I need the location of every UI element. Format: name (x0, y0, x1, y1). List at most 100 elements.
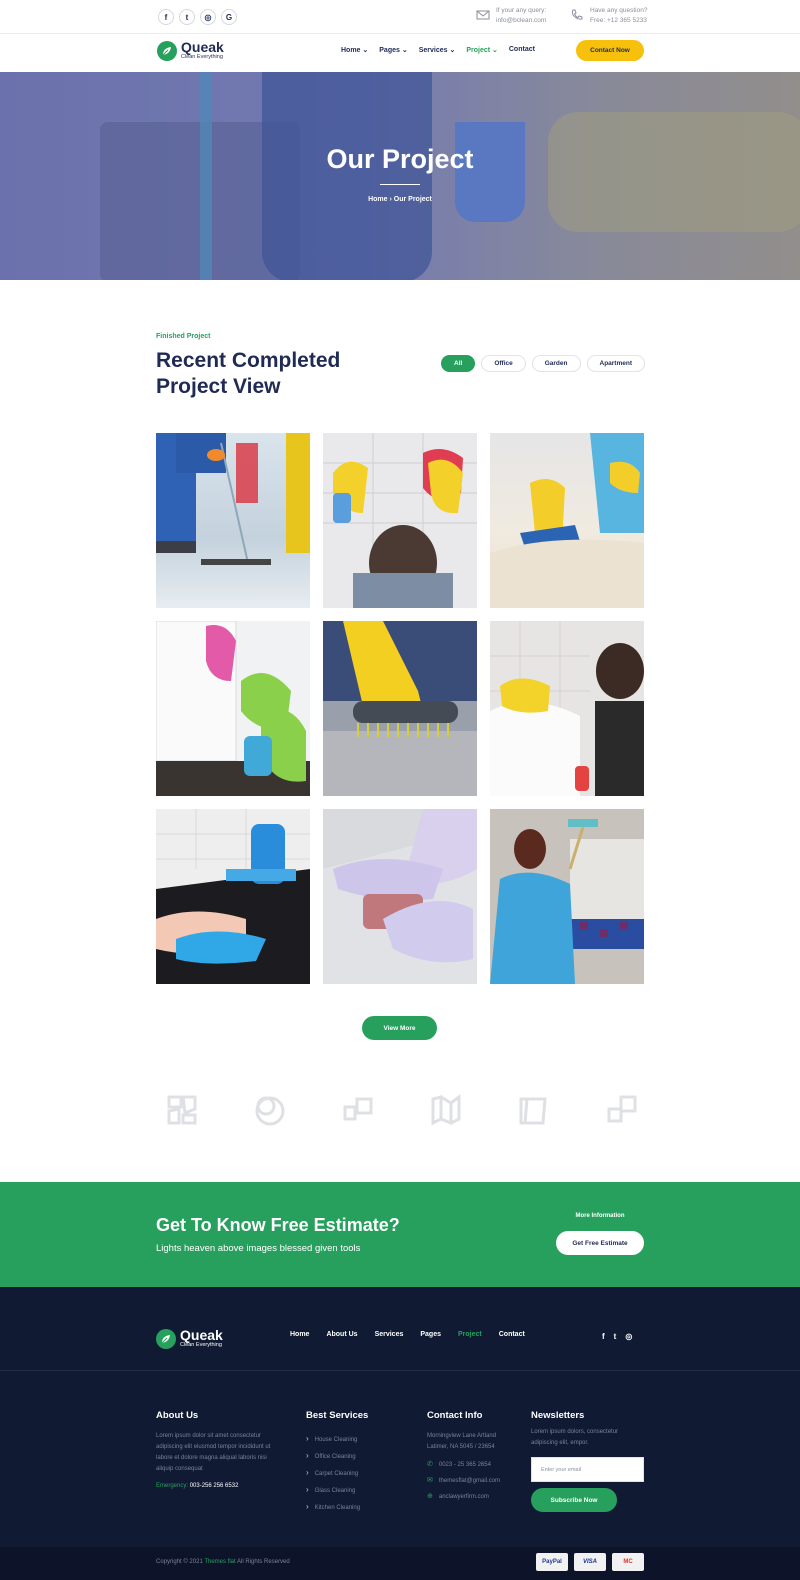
breadcrumb[interactable]: Home › Our Project (0, 196, 800, 203)
mail-icon: ✉ (427, 1477, 433, 1484)
contact-web-row: ⊕ anclawyerfirm.com (427, 1489, 519, 1505)
page-hero: Our Project Home › Our Project (0, 72, 800, 280)
project-image (323, 809, 477, 984)
partner-logo-icon (431, 1094, 461, 1126)
project-tile[interactable] (490, 621, 644, 796)
main-header: Queak Clean Everything Home ⌄ Pages ⌄ Se… (0, 34, 800, 72)
logo-tagline: Clean Everything (181, 54, 223, 60)
project-image (490, 819, 644, 984)
project-tile[interactable] (156, 809, 310, 984)
query-info: If your any query: info@bclean.com (476, 6, 546, 26)
section-subtitle: Finished Project (156, 333, 211, 340)
visa-icon: VISA (574, 1553, 606, 1571)
nav-pages[interactable]: Pages ⌄ (379, 46, 407, 54)
filter-office[interactable]: Office (481, 355, 526, 372)
nav-project[interactable]: Project ⌄ (466, 46, 498, 54)
question-phone[interactable]: Free: +12 365 5233 (590, 16, 647, 26)
contact-phone[interactable]: 0023 - 25 365 2654 (439, 1457, 491, 1473)
service-link[interactable]: House Cleaning (306, 1431, 368, 1448)
top-bar: f t ◎ G If your any query: info@bclean.c… (0, 0, 800, 34)
nav-home[interactable]: Home ⌄ (341, 46, 368, 54)
copyright-brand[interactable]: Themes flat (204, 1559, 235, 1565)
globe-icon: ⊕ (427, 1493, 433, 1500)
contact-heading: Contact Info (427, 1410, 483, 1421)
project-image (156, 621, 310, 796)
project-tile[interactable] (156, 433, 310, 608)
footer-newsletter: Newsletters Lorem ipsum dolors, consecte… (531, 1410, 644, 1512)
project-tile[interactable] (490, 809, 644, 984)
partner-logo-icon (167, 1095, 197, 1125)
services-heading: Best Services (306, 1410, 369, 1421)
service-link[interactable]: Carpet Cleaning (306, 1465, 368, 1482)
question-label: Have any question? (590, 7, 648, 14)
project-image (156, 809, 310, 984)
google-icon[interactable]: G (221, 9, 237, 25)
twitter-icon[interactable]: t (614, 1332, 617, 1341)
contact-email[interactable]: themesflat@gmail.com (439, 1473, 500, 1489)
filter-apartment[interactable]: Apartment (586, 355, 646, 372)
nav-services[interactable]: Services ⌄ (419, 46, 456, 54)
service-link[interactable]: Office Cleaning (306, 1448, 368, 1465)
instagram-icon[interactable]: ◎ (625, 1332, 632, 1341)
footer-logo-tagline: Clean Everything (180, 1342, 222, 1348)
instagram-icon[interactable]: ◎ (200, 9, 216, 25)
phone-icon (572, 9, 583, 20)
partner-logo-icon (343, 1097, 373, 1121)
envelope-icon (476, 10, 490, 20)
facebook-icon[interactable]: f (158, 9, 174, 25)
query-email[interactable]: info@bclean.com (496, 16, 546, 26)
footer-contact: Contact Info Morningview Lane Artland La… (427, 1410, 519, 1505)
newsletter-email-input[interactable]: Enter your email (531, 1457, 644, 1482)
twitter-icon[interactable]: t (179, 9, 195, 25)
subscribe-button[interactable]: Subscribe Now (531, 1488, 617, 1512)
service-link[interactable]: Glass Cleaning (306, 1482, 368, 1499)
footer-nav-project[interactable]: Project (458, 1331, 482, 1338)
partner-logo-icon (255, 1096, 285, 1126)
get-free-estimate-button[interactable]: Get Free Estimate (556, 1231, 644, 1255)
leaf-icon (156, 1329, 176, 1349)
estimate-banner: Get To Know Free Estimate? Lights heaven… (0, 1182, 800, 1287)
footer-nav-pages[interactable]: Pages (420, 1331, 441, 1338)
page-title: Our Project (326, 144, 474, 174)
leaf-icon (157, 41, 177, 61)
nav-contact[interactable]: Contact (509, 46, 535, 54)
footer-nav-home[interactable]: Home (290, 1331, 309, 1338)
footer-logo[interactable]: Queak Clean Everything (156, 1328, 223, 1349)
footer-nav-about[interactable]: About Us (326, 1331, 357, 1338)
contact-web[interactable]: anclawyerfirm.com (439, 1489, 489, 1505)
contact-email-row: ✉ themesflat@gmail.com (427, 1473, 519, 1489)
payment-methods: PayPal VISA MC (536, 1553, 644, 1571)
logo-name: Queak (181, 39, 224, 55)
project-tile[interactable] (323, 433, 477, 608)
footer-divider (0, 1370, 800, 1371)
service-link[interactable]: Kitchen Cleaning (306, 1499, 368, 1516)
footer-nav: Home About Us Services Pages Project Con… (290, 1331, 525, 1338)
footer-nav-contact[interactable]: Contact (499, 1331, 525, 1338)
project-tile[interactable] (323, 621, 477, 796)
footer-nav-services[interactable]: Services (375, 1331, 404, 1338)
partner-logo-icon (607, 1095, 637, 1123)
phone-icon: ✆ (427, 1461, 433, 1468)
about-heading: About Us (156, 1410, 199, 1421)
question-info: Have any question? Free: +12 365 5233 (570, 6, 647, 26)
newsletter-text: Lorem ipsum dolors, consectetur adipisci… (531, 1429, 619, 1446)
project-tile[interactable] (490, 433, 644, 608)
project-filters: All Office Garden Apartment (441, 355, 646, 372)
title-divider (380, 184, 420, 185)
mastercard-icon: MC (612, 1553, 644, 1571)
logo[interactable]: Queak Clean Everything (157, 39, 224, 61)
copyright-prefix: Copyright © 2021 (156, 1559, 203, 1565)
view-more-button[interactable]: View More (362, 1016, 437, 1040)
filter-all[interactable]: All (441, 355, 476, 372)
newsletter-heading: Newsletters (531, 1410, 585, 1421)
filter-garden[interactable]: Garden (531, 355, 581, 372)
facebook-icon[interactable]: f (602, 1332, 605, 1341)
partner-logo-icon (519, 1097, 547, 1125)
hero-overlay (0, 72, 800, 280)
project-tile[interactable] (156, 621, 310, 796)
project-tile[interactable] (323, 809, 477, 984)
about-text: Lorem ipsum dolor sit amet consectetur a… (156, 1433, 271, 1472)
emergency-number[interactable]: 003-256 256 6532 (190, 1483, 239, 1489)
contact-now-button[interactable]: Contact Now (576, 40, 644, 61)
more-info-label: More Information (575, 1213, 625, 1219)
